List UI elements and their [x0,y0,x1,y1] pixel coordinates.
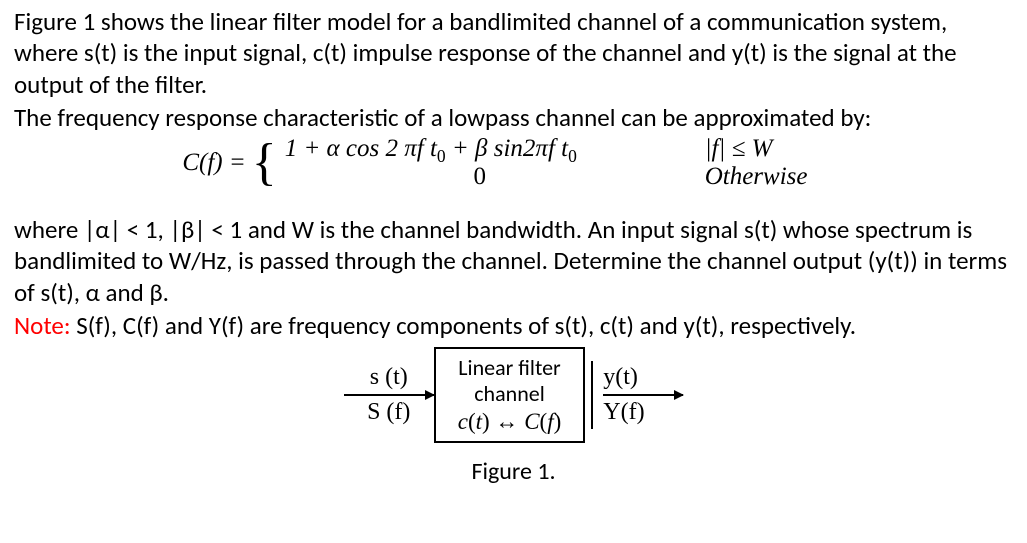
channel-title-2: channel [458,381,562,407]
output-divider-icon [591,361,593,429]
eq-lhs: C(f) = [182,147,245,178]
input-signal-block: s (t) S (f) [344,363,434,427]
output-freq-label: Y(f) [603,398,644,427]
channel-box: Linear filter channel c(t) ↔ C(f) [434,347,586,443]
output-arrow-icon [603,394,683,396]
eq-case1-part1: 1 + α cos 2 πf t [285,135,437,162]
eq-case1-condition: |f| ≤ W [705,135,845,163]
figure-caption: Figure 1. [471,457,555,487]
note-text: S(f), C(f) and Y(f) are frequency compon… [71,310,857,341]
channel-title-1: Linear filter [458,355,562,381]
output-time-label: y(t) [603,363,638,392]
paragraph-2: The frequency response characteristic of… [14,102,1013,133]
input-freq-label: S (f) [367,398,410,427]
input-time-label: s (t) [370,363,408,392]
figure-1-diagram: s (t) S (f) Linear filter channel c(t) ↔… [14,347,1013,487]
eq-case1-part2: + β sin2πf t [446,135,568,162]
input-arrow-icon [344,394,434,396]
eq-case1-sub1: 0 [437,146,446,166]
note-label: Note: [14,310,71,341]
channel-transform: c(t) ↔ C(f) [458,408,562,436]
frequency-response-equation: C(f) = { 1 + α cos 2 πf t0 + β sin2πf t0… [14,135,1013,190]
paragraph-3: where |α| < 1, |β| < 1 and W is the chan… [14,214,1013,308]
paragraph-1: Figure 1 shows the linear filter model f… [14,6,1013,100]
left-brace-icon: { [252,137,277,189]
eq-case1-sub2: 0 [568,146,577,166]
eq-case2-body: 0 [285,163,675,191]
problem-page: Figure 1 shows the linear filter model f… [0,0,1027,497]
output-signal-block: y(t) Y(f) [603,363,683,427]
note-line: Note: S(f), C(f) and Y(f) are frequency … [14,310,1013,341]
eq-case2-condition: Otherwise [705,163,845,191]
